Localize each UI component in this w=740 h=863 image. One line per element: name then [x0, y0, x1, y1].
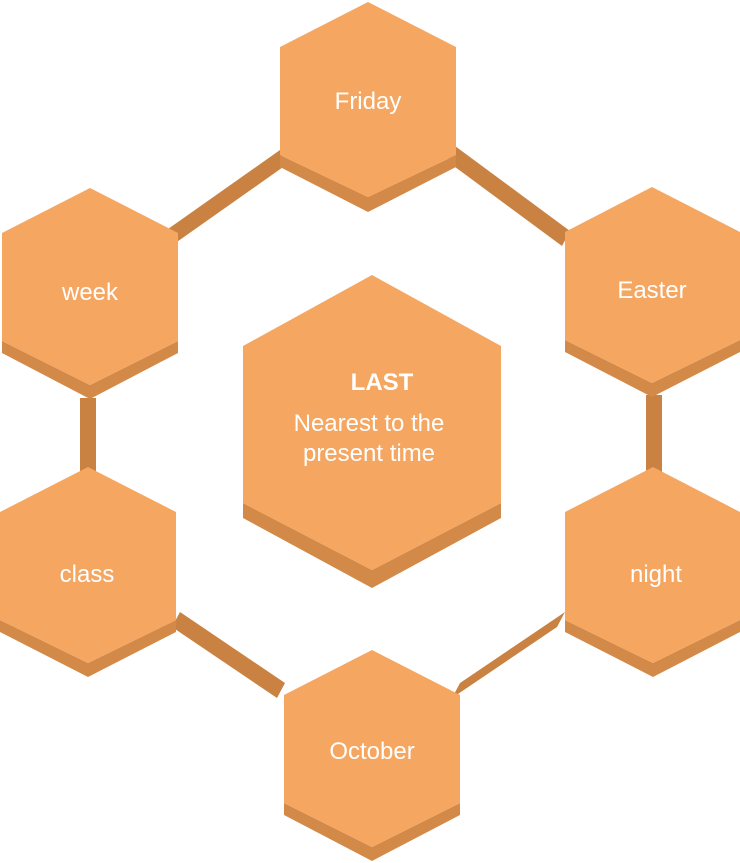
hex-node-upper-right: Easter	[565, 187, 740, 397]
connector-night-october	[452, 612, 565, 698]
hex-node-bottom: October	[284, 650, 460, 861]
center-description-line-2: present time	[303, 440, 435, 467]
hex-label-lower-left: class	[60, 561, 115, 588]
hex-label-lower-right: night	[630, 561, 682, 588]
connector-friday-easter	[447, 146, 570, 246]
connector-easter-night	[646, 395, 662, 475]
word-association-diagram: Friday Easter night October class week L…	[0, 2, 740, 861]
center-title: LAST	[351, 369, 414, 396]
hex-node-top: Friday	[280, 2, 456, 212]
center-description-line-1: Nearest to the	[294, 410, 445, 437]
hex-node-lower-right: night	[565, 467, 740, 677]
hex-node-center: LAST Nearest to the present time	[243, 275, 501, 588]
hex-node-lower-left: class	[0, 467, 176, 677]
hex-label-upper-right: Easter	[617, 277, 686, 304]
hex-label-upper-left: week	[61, 279, 119, 306]
hex-node-upper-left: week	[2, 188, 178, 399]
hex-label-bottom: October	[329, 738, 414, 765]
hex-label-top: Friday	[335, 88, 402, 115]
connector-october-class	[172, 612, 285, 698]
connector-class-week	[80, 398, 96, 476]
connector-week-friday	[168, 150, 286, 244]
